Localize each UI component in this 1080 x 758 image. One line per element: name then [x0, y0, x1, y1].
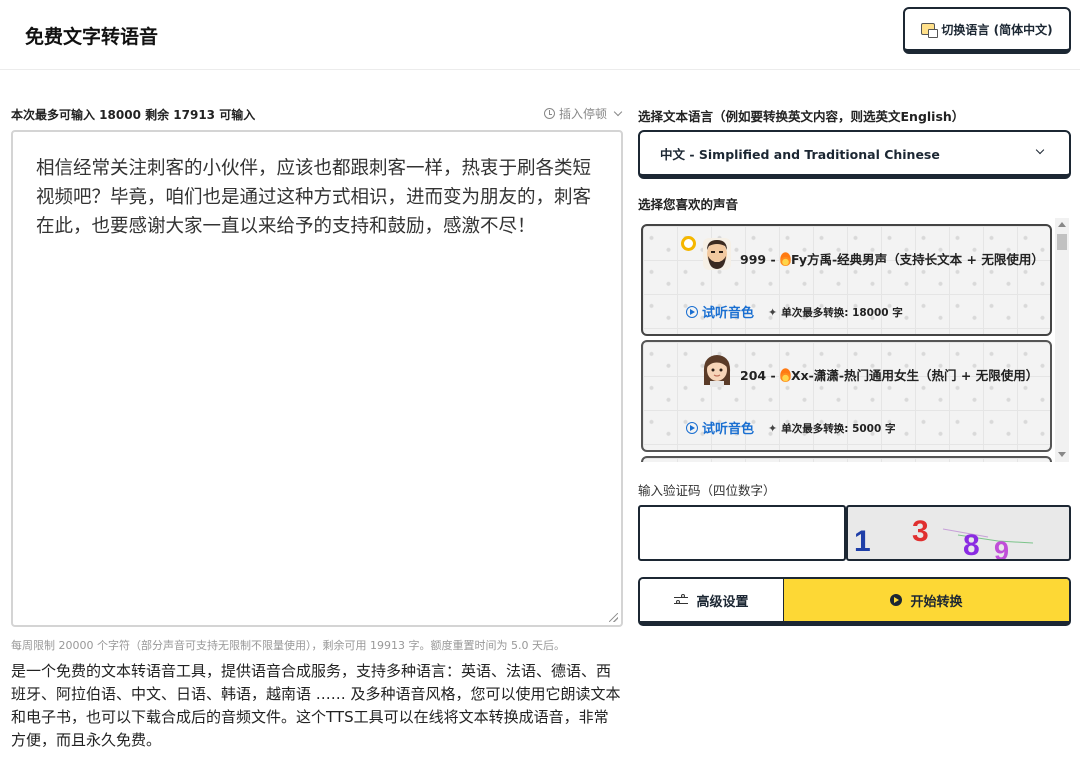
character-limit-text: 本次最多可输入 18000 剩余 17913 可输入 — [11, 108, 256, 122]
scroll-up-icon[interactable] — [1058, 222, 1066, 227]
max-conversion-label: 单次最多转换: 18000 字 — [781, 307, 903, 319]
voice-list: 999 - Fy方禹-经典男声（支持长文本 + 无限使用） 试听音色 ✦ 单次最… — [638, 218, 1071, 462]
chevron-down-icon — [613, 107, 623, 117]
listen-sample-link[interactable]: 试听音色 — [686, 418, 754, 437]
captcha-digit: 8 — [963, 529, 980, 559]
insert-pause-label: 插入停顿 — [558, 107, 607, 121]
voice-id: 999 - — [740, 252, 780, 267]
scroll-thumb[interactable] — [1057, 234, 1067, 250]
max-conversion-label: 单次最多转换: 5000 字 — [781, 423, 896, 435]
clock-icon — [543, 108, 555, 119]
captcha-digit: 1 — [854, 525, 871, 558]
text-language-label: 选择文本语言（例如要转换英文内容，则选英文English） — [638, 109, 965, 124]
captcha-digit: 9 — [994, 536, 1009, 559]
start-conversion-button[interactable]: 开始转换 — [784, 579, 1069, 621]
listen-sample-label: 试听音色 — [702, 306, 755, 321]
insert-pause-button[interactable]: 插入停顿 — [543, 105, 623, 122]
resize-handle[interactable] — [609, 613, 618, 622]
play-icon — [890, 594, 903, 606]
voice-title: Fy方禹-经典男声（支持长文本 + 无限使用） — [790, 252, 1044, 267]
voice-id: 204 - — [740, 368, 780, 383]
voice-name: 204 - Xx-潇潇-热门通用女生（热门 + 无限使用） — [680, 360, 1050, 391]
captcha-graphic: 1 3 8 9 — [854, 515, 1034, 559]
language-switch-label: 切换语言 (简体中文) — [941, 22, 1053, 37]
captcha-label: 输入验证码（四位数字） — [638, 483, 776, 498]
selected-language: 中文 - Simplified and Traditional Chinese — [660, 146, 940, 162]
play-icon — [686, 421, 698, 434]
text-input[interactable]: 相信经常关注刺客的小伙伴，应该也都跟刺客一样，热衷于刷各类短视频吧？毕竟，咱们也… — [11, 130, 623, 627]
captcha-input[interactable] — [638, 505, 846, 561]
play-icon — [686, 305, 698, 318]
listen-sample-link[interactable]: 试听音色 — [686, 302, 754, 321]
listen-sample-label: 试听音色 — [702, 422, 755, 437]
header: 免费文字转语音 切换语言 (简体中文) — [0, 0, 1080, 70]
start-conversion-label: 开始转换 — [910, 594, 963, 610]
weekly-quota-note: 每周限制 20000 个字符（部分声音可支持无限制不限量使用），剩余可用 199… — [11, 639, 565, 652]
voice-title: Xx-潇潇-热门通用女生（热门 + 无限使用） — [790, 368, 1039, 383]
fire-icon — [779, 252, 791, 266]
max-conversion-info: ✦ 单次最多转换: 18000 字 — [768, 305, 903, 320]
max-conversion-info: ✦ 单次最多转换: 5000 字 — [768, 421, 895, 436]
tool-description: 是一个免费的文本转语音工具，提供语音合成服务，支持多种语言：英语、法语、德语、西… — [11, 662, 621, 749]
sparkle-icon: ✦ — [768, 422, 778, 435]
fire-icon — [779, 368, 791, 382]
sliders-icon — [674, 594, 689, 606]
language-switch-button[interactable]: 切换语言 (简体中文) — [903, 7, 1071, 54]
voice-option[interactable] — [641, 456, 1052, 462]
advanced-settings-label: 高级设置 — [696, 594, 749, 610]
translate-icon — [921, 23, 939, 38]
captcha-digit: 3 — [912, 515, 929, 548]
voice-list-scrollbar[interactable] — [1055, 218, 1069, 462]
action-buttons: 高级设置 开始转换 — [638, 577, 1071, 626]
voice-label: 选择您喜欢的声音 — [638, 197, 739, 212]
chevron-down-icon — [1035, 145, 1045, 155]
advanced-settings-button[interactable]: 高级设置 — [640, 579, 784, 621]
scroll-down-icon[interactable] — [1058, 452, 1066, 457]
voice-option[interactable]: 204 - Xx-潇潇-热门通用女生（热门 + 无限使用） 试听音色 ✦ 单次最… — [641, 340, 1052, 452]
voice-name: 999 - Fy方禹-经典男声（支持长文本 + 无限使用） — [680, 244, 1050, 275]
page-title: 免费文字转语音 — [25, 26, 159, 48]
language-select[interactable]: 中文 - Simplified and Traditional Chinese — [638, 130, 1071, 179]
captcha-image[interactable]: 1 3 8 9 — [846, 505, 1071, 561]
text-input-content: 相信经常关注刺客的小伙伴，应该也都跟刺客一样，热衷于刷各类短视频吧？毕竟，咱们也… — [36, 158, 592, 237]
sparkle-icon: ✦ — [768, 306, 778, 319]
voice-option[interactable]: 999 - Fy方禹-经典男声（支持长文本 + 无限使用） 试听音色 ✦ 单次最… — [641, 224, 1052, 336]
